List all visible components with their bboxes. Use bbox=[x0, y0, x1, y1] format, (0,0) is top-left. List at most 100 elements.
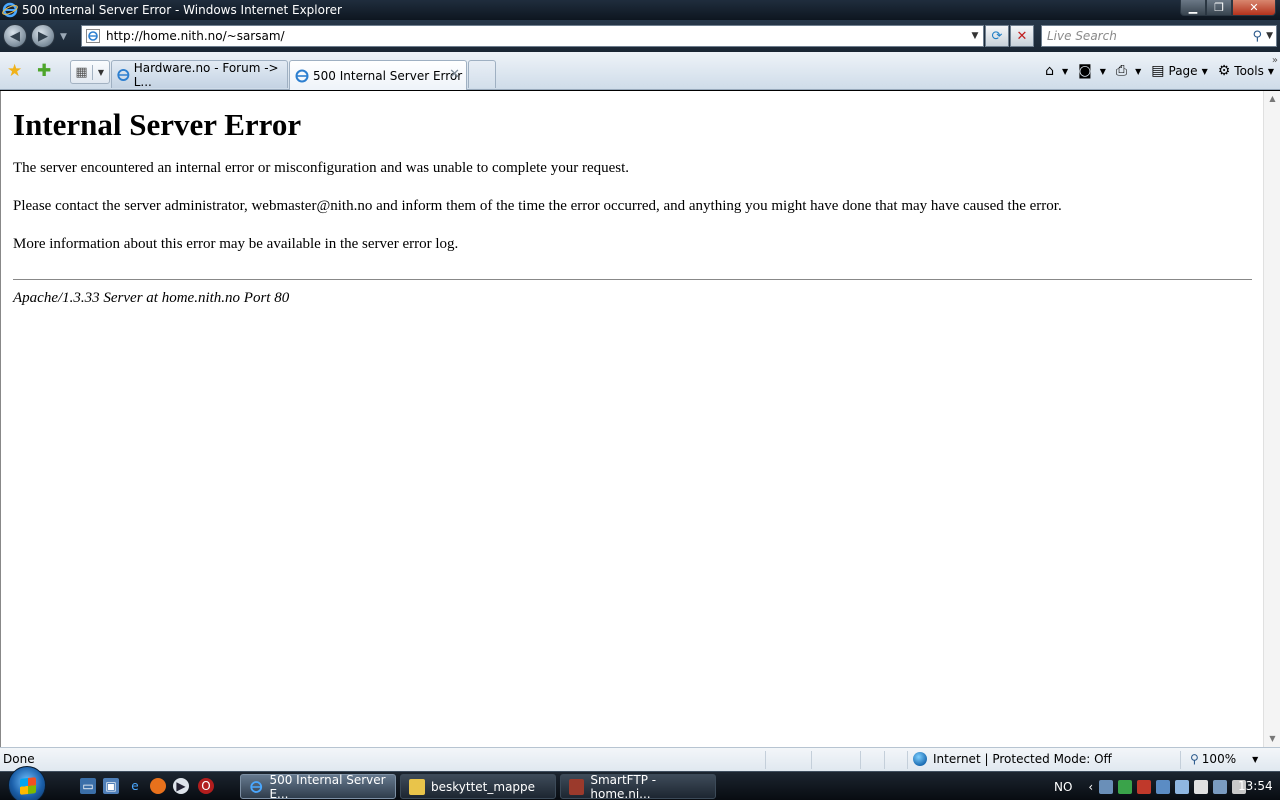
window-title: 500 Internal Server Error - Windows Inte… bbox=[22, 3, 342, 17]
error-description: The server encountered an internal error… bbox=[13, 160, 630, 176]
minimize-icon: ▁ bbox=[1188, 1, 1198, 14]
close-tab-icon[interactable]: ✕ bbox=[449, 67, 460, 82]
toolbar-chevron-icon[interactable]: » bbox=[1272, 55, 1278, 66]
ie-page-icon bbox=[295, 69, 309, 82]
opera-icon[interactable]: O bbox=[198, 778, 214, 794]
start-button[interactable] bbox=[8, 766, 46, 800]
status-text: Done bbox=[3, 752, 35, 766]
status-divider bbox=[884, 751, 885, 769]
refresh-button[interactable]: ⟳ bbox=[985, 25, 1009, 47]
home-dropdown-icon[interactable]: ▼ bbox=[1062, 67, 1068, 76]
print-button[interactable]: ⎙ ▼ bbox=[1116, 63, 1141, 79]
page-menu-label: Page bbox=[1168, 64, 1198, 78]
page-ie-icon bbox=[86, 29, 100, 43]
feeds-button[interactable]: ◙ ▼ bbox=[1078, 63, 1106, 79]
firefox-icon[interactable] bbox=[150, 778, 166, 794]
zoom-dropdown-icon[interactable]: ▼ bbox=[1252, 755, 1258, 764]
ie-page-icon bbox=[250, 780, 263, 793]
new-tab-button[interactable] bbox=[468, 60, 496, 88]
zoom-control[interactable]: ⚲ 100% ▼ bbox=[1190, 752, 1258, 766]
show-desktop-icon[interactable]: ▭ bbox=[80, 778, 96, 794]
back-arrow-icon: ◀ bbox=[10, 28, 20, 44]
add-favorites-icon[interactable]: ✚ bbox=[37, 61, 51, 81]
globe-icon bbox=[913, 752, 927, 766]
search-placeholder[interactable]: Live Search bbox=[1047, 29, 1253, 43]
windows-logo-icon bbox=[20, 777, 36, 795]
address-dropdown-icon[interactable]: ▼ bbox=[967, 31, 983, 41]
home-icon: ⌂ bbox=[1045, 63, 1054, 79]
forward-arrow-icon: ▶ bbox=[38, 28, 48, 44]
scroll-down-icon[interactable]: ▼ bbox=[1264, 731, 1280, 747]
status-divider bbox=[1180, 751, 1181, 769]
ie-logo-icon bbox=[2, 2, 18, 18]
title-bar: 500 Internal Server Error - Windows Inte… bbox=[0, 0, 1280, 20]
page-title: Internal Server Error bbox=[13, 107, 302, 142]
quick-tabs-icon: ▦ bbox=[71, 64, 93, 80]
taskbar-button-label: beskyttet_mappe bbox=[431, 779, 536, 794]
taskbar-button-label: SmartFTP - home.ni... bbox=[590, 772, 657, 800]
scroll-up-icon[interactable]: ▲ bbox=[1264, 91, 1280, 107]
search-icon[interactable]: ⚲ bbox=[1253, 29, 1263, 44]
minimize-button[interactable]: ▁ bbox=[1180, 0, 1206, 16]
tray-computer-icon[interactable] bbox=[1213, 779, 1228, 794]
close-button[interactable]: ✕ bbox=[1232, 0, 1276, 16]
page-icon: ▤ bbox=[1151, 63, 1165, 79]
taskbar-smartftp-window[interactable]: SmartFTP - home.ni... bbox=[560, 772, 716, 800]
stop-button[interactable]: ✕ bbox=[1010, 25, 1034, 47]
feeds-dropdown-icon[interactable]: ▼ bbox=[1100, 67, 1106, 76]
language-indicator[interactable]: NO bbox=[1054, 780, 1072, 794]
tab-hardware-forum[interactable]: Hardware.no - Forum -> L... bbox=[111, 60, 288, 89]
refresh-icon: ⟳ bbox=[991, 28, 1003, 44]
tab-list-dropdown-icon[interactable]: ▼ bbox=[93, 68, 109, 77]
taskbar-folder-window[interactable]: beskyttet_mappe bbox=[400, 774, 556, 799]
tab-internal-server-error[interactable]: 500 Internal Server Error ✕ bbox=[289, 60, 467, 90]
back-button[interactable]: ◀ bbox=[3, 24, 27, 48]
tray-app-icon[interactable] bbox=[1099, 779, 1114, 794]
maximize-button[interactable]: ❐ bbox=[1206, 0, 1232, 16]
zone-label: Internet | Protected Mode: Off bbox=[933, 752, 1112, 766]
tray-messenger-icon[interactable] bbox=[1118, 779, 1133, 794]
zoom-icon: ⚲ bbox=[1190, 752, 1199, 766]
command-bar: ⌂ ▼ ◙ ▼ ⎙ ▼ ▤ Page ▼ ⚙ Tools ▼ bbox=[1035, 60, 1274, 82]
forward-button[interactable]: ▶ bbox=[31, 24, 55, 48]
divider bbox=[13, 279, 1252, 280]
search-input[interactable]: Live Search ⚲ ▼ bbox=[1041, 25, 1277, 47]
url-text[interactable]: http://home.nith.no/~sarsam/ bbox=[106, 29, 967, 43]
server-signature: Apache/1.3.33 Server at home.nith.no Por… bbox=[13, 290, 290, 306]
search-dropdown-icon[interactable]: ▼ bbox=[1266, 31, 1273, 41]
stop-icon: ✕ bbox=[1016, 28, 1028, 44]
tools-dropdown-icon: ▼ bbox=[1267, 66, 1274, 76]
recent-pages-dropdown[interactable]: ▼ bbox=[60, 32, 67, 42]
navigation-bar: ◀ ▶ ▼ http://home.nith.no/~sarsam/ ▼ ⟳ ✕… bbox=[0, 20, 1280, 52]
tools-menu[interactable]: ⚙ Tools ▼ bbox=[1218, 63, 1274, 79]
security-zone[interactable]: Internet | Protected Mode: Off bbox=[913, 752, 1112, 766]
ie-quicklaunch-icon[interactable]: e bbox=[127, 778, 143, 794]
favorites-star-icon[interactable]: ★ bbox=[7, 61, 22, 81]
home-button[interactable]: ⌂ ▼ bbox=[1045, 63, 1068, 79]
error-page: Internal Server Error The server encount… bbox=[13, 91, 1253, 307]
error-log-text: More information about this error may be… bbox=[13, 236, 459, 252]
media-player-icon[interactable]: ▶ bbox=[173, 778, 189, 794]
folder-icon bbox=[409, 778, 425, 795]
maximize-icon: ❐ bbox=[1214, 1, 1224, 14]
gear-icon: ⚙ bbox=[1217, 63, 1231, 79]
vertical-scrollbar[interactable]: ▲ ▼ bbox=[1263, 91, 1280, 747]
status-divider bbox=[860, 751, 861, 769]
taskbar-ie-window[interactable]: 500 Internal Server E... bbox=[240, 772, 396, 800]
print-dropdown-icon[interactable]: ▼ bbox=[1135, 67, 1141, 76]
quick-tabs-button[interactable]: ▦ ▼ bbox=[70, 60, 110, 84]
taskbar-button-label: 500 Internal Server E... bbox=[269, 772, 386, 800]
close-icon: ✕ bbox=[1249, 1, 1259, 14]
tray-network-icon[interactable] bbox=[1156, 779, 1171, 794]
tray-bluetooth-icon[interactable] bbox=[1175, 779, 1190, 794]
tray-expand-icon[interactable]: ‹ bbox=[1088, 780, 1093, 794]
clock[interactable]: 13:54 bbox=[1238, 779, 1273, 793]
switch-windows-icon[interactable]: ▣ bbox=[103, 778, 119, 794]
contact-admin-text: Please contact the server administrator,… bbox=[13, 198, 1062, 214]
tab-bar: ★ ✚ ▦ ▼ Hardware.no - Forum -> L... 500 … bbox=[0, 52, 1280, 90]
tray-device-icon[interactable] bbox=[1194, 779, 1209, 794]
tools-menu-label: Tools bbox=[1234, 64, 1264, 78]
page-menu[interactable]: ▤ Page ▼ bbox=[1151, 63, 1207, 79]
tray-antivirus-icon[interactable] bbox=[1137, 779, 1152, 794]
address-bar[interactable]: http://home.nith.no/~sarsam/ ▼ bbox=[81, 25, 984, 47]
